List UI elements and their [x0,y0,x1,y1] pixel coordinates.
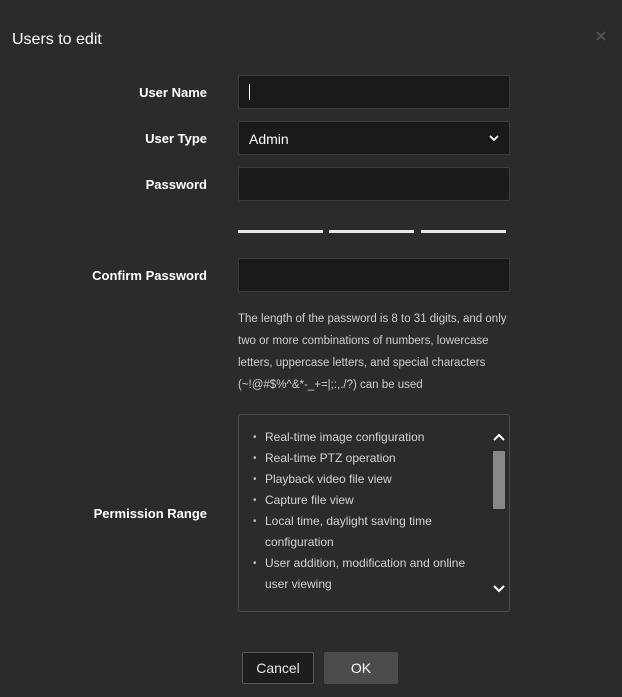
password-hint: The length of the password is 8 to 31 di… [238,313,507,391]
list-item: Real-time PTZ operation [251,448,483,469]
user-type-value: Admin [249,131,289,147]
user-name-label: User Name [139,85,207,100]
users-edit-dialog: Users to edit User Name User Type Admin … [0,0,622,697]
chevron-down-icon [489,135,499,142]
list-item: Local time, daylight saving time configu… [251,511,483,553]
password-strength-bar-strong [421,230,506,233]
scrollbar-thumb[interactable] [493,451,505,509]
chevron-down-icon[interactable] [492,581,506,595]
confirm-password-label: Confirm Password [92,268,207,283]
close-icon[interactable] [594,30,608,44]
permission-list: Real-time image configuration Real-time … [251,427,483,595]
ok-button[interactable]: OK [324,652,398,684]
password-strength-bar-medium [329,230,414,233]
user-type-label: User Type [145,131,207,146]
confirm-password-input[interactable] [238,258,510,292]
permission-range-label: Permission Range [93,506,207,521]
dialog-title: Users to edit [12,31,102,48]
user-type-select[interactable]: Admin [238,121,510,155]
list-item: Capture file view [251,490,483,511]
list-item: User addition, modification and online u… [251,553,483,595]
text-caret [249,84,250,100]
permission-list-box[interactable]: Real-time image configuration Real-time … [238,414,510,612]
list-item: Real-time image configuration [251,427,483,448]
password-input[interactable] [238,167,510,201]
list-item: Playback video file view [251,469,483,490]
chevron-up-icon[interactable] [492,431,506,445]
cancel-button[interactable]: Cancel [242,652,314,684]
password-label: Password [145,177,207,192]
close-icon-glyph [596,31,606,41]
user-name-input[interactable] [238,75,510,109]
password-strength-bar-weak [238,230,323,233]
permission-scrollbar[interactable] [490,427,508,599]
